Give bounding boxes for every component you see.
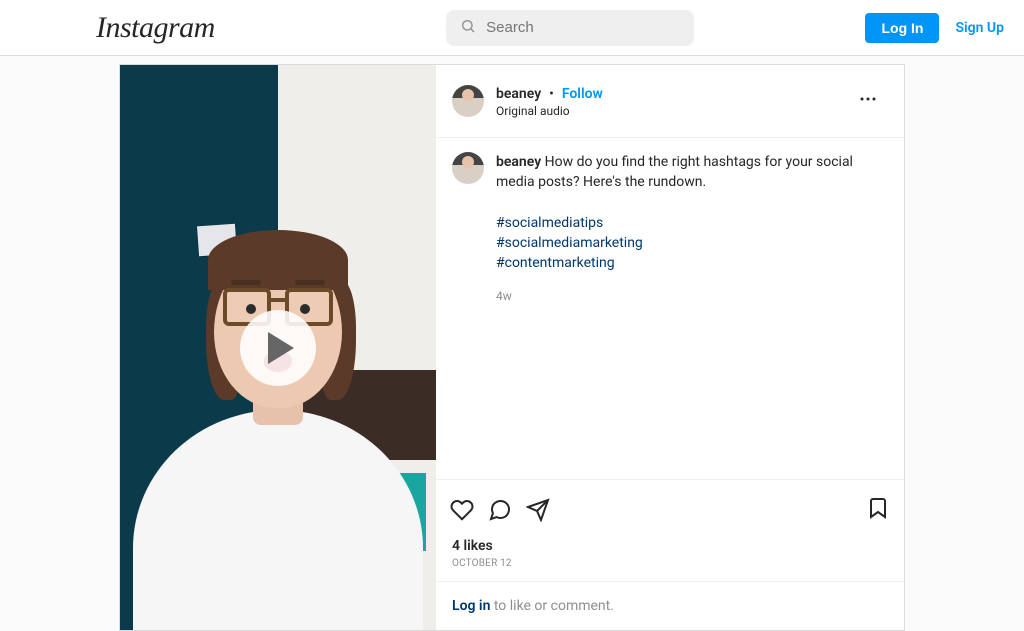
- hashtag-link[interactable]: #socialmediamarketing: [496, 235, 643, 251]
- bookmark-icon: [866, 496, 890, 520]
- like-button[interactable]: [450, 490, 482, 530]
- header-text: beaney • Follow Original audio: [496, 83, 848, 119]
- hashtag-link[interactable]: #socialmediatips: [496, 215, 603, 231]
- username-link[interactable]: beaney: [496, 86, 541, 102]
- comment-cta-rest: to like or comment.: [490, 598, 614, 614]
- nav-actions: Log In Sign Up: [865, 13, 1004, 43]
- post-info: beaney • Follow Original audio beaney Ho…: [436, 65, 904, 630]
- comment-cta: Log in to like or comment.: [436, 581, 904, 630]
- caption-text: beaney How do you find the right hashtag…: [496, 152, 888, 305]
- more-icon: [856, 87, 880, 111]
- action-bar: [436, 479, 904, 538]
- avatar[interactable]: [452, 152, 484, 184]
- avatar[interactable]: [452, 85, 484, 117]
- login-button[interactable]: Log In: [865, 13, 939, 43]
- search-input[interactable]: [446, 10, 694, 46]
- play-icon: [268, 332, 294, 364]
- search-wrap: [446, 10, 694, 46]
- play-button[interactable]: [240, 310, 316, 386]
- caption-body: How do you find the right hashtags for y…: [496, 154, 853, 190]
- login-link[interactable]: Log in: [452, 598, 490, 614]
- likes-count[interactable]: 4 likes: [436, 538, 904, 558]
- brand-logo[interactable]: Instagram: [96, 11, 215, 45]
- separator: •: [545, 86, 558, 102]
- save-button[interactable]: [858, 488, 890, 532]
- caption-username[interactable]: beaney: [496, 154, 541, 170]
- heart-icon: [450, 498, 474, 522]
- comment-button[interactable]: [488, 490, 520, 530]
- post-date: OCTOBER 12: [436, 558, 904, 581]
- top-nav: Instagram Log In Sign Up: [0, 0, 1024, 56]
- audio-label[interactable]: Original audio: [496, 104, 848, 120]
- follow-button[interactable]: Follow: [562, 86, 603, 102]
- more-options-button[interactable]: [848, 79, 888, 123]
- share-button[interactable]: [526, 490, 558, 530]
- post-area: beaney • Follow Original audio beaney Ho…: [0, 56, 1024, 631]
- signup-link[interactable]: Sign Up: [955, 20, 1004, 36]
- time-ago: 4w: [496, 288, 888, 305]
- comment-icon: [488, 498, 512, 522]
- search-icon: [460, 18, 476, 38]
- caption-area: beaney How do you find the right hashtag…: [436, 138, 904, 319]
- share-icon: [526, 498, 550, 522]
- hashtag-link[interactable]: #contentmarketing: [496, 255, 615, 271]
- video-player[interactable]: [120, 65, 436, 630]
- post-card: beaney • Follow Original audio beaney Ho…: [119, 64, 905, 631]
- post-header: beaney • Follow Original audio: [436, 65, 904, 138]
